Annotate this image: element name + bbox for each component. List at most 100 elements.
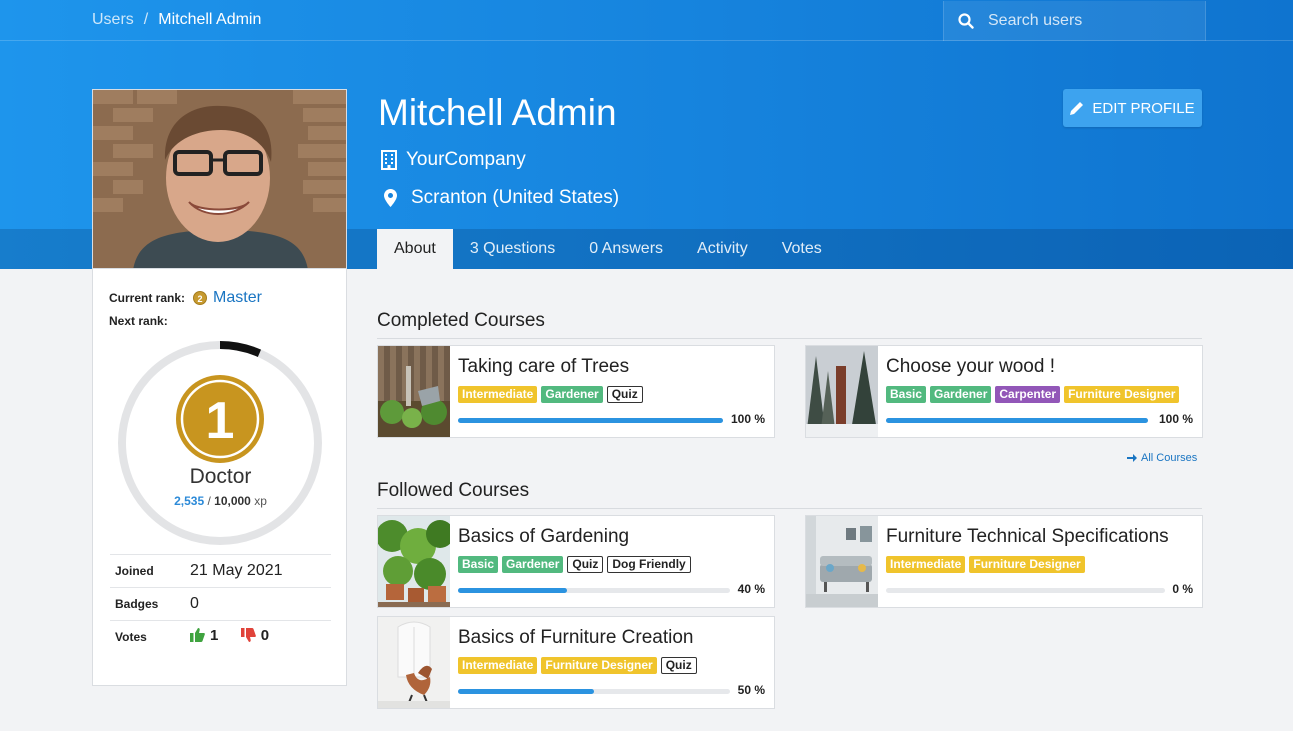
course-thumbnail xyxy=(378,617,450,708)
course-tags: Basic Gardener Quiz Dog Friendly xyxy=(458,556,695,573)
course-tag[interactable]: Basic xyxy=(886,386,927,403)
course-title[interactable]: Taking care of Trees xyxy=(458,356,629,378)
badges-label: Badges xyxy=(115,597,159,611)
top-bar: Users / Mitchell Admin xyxy=(0,0,1293,41)
edit-profile-button[interactable]: EDIT PROFILE xyxy=(1063,89,1202,127)
course-progress-bar xyxy=(458,689,730,694)
stat-votes: Votes 1 0 xyxy=(110,620,331,653)
followed-courses-heading: Followed Courses xyxy=(377,480,1202,509)
course-thumbnail xyxy=(806,346,878,437)
course-progress-percent: 40 % xyxy=(737,582,765,596)
course-tags: Intermediate Furniture Designer xyxy=(886,556,1089,573)
pencil-icon xyxy=(1070,102,1084,115)
building-icon xyxy=(381,150,397,170)
course-tag[interactable]: Furniture Designer xyxy=(541,657,657,674)
course-tag[interactable]: Gardener xyxy=(930,386,992,403)
badges-value: 0 xyxy=(190,595,199,612)
stat-badges: Badges 0 xyxy=(110,587,331,620)
company-name: YourCompany xyxy=(406,149,526,170)
stat-joined: Joined 21 May 2021 xyxy=(110,554,331,587)
downvotes: 0 xyxy=(240,627,269,644)
rank-medal-icon: 2 xyxy=(193,291,208,305)
level-medal-icon: 1 xyxy=(176,375,264,463)
xp-separator: / xyxy=(207,494,211,508)
course-tag[interactable]: Quiz xyxy=(567,556,604,573)
search-icon xyxy=(958,13,974,29)
search-box[interactable] xyxy=(943,1,1206,41)
thumbs-down-icon xyxy=(240,628,256,643)
profile-name: Mitchell Admin xyxy=(378,92,617,133)
course-tag[interactable]: Intermediate xyxy=(458,657,538,674)
profile-tabs: About 3 Questions 0 Answers Activity Vot… xyxy=(377,229,839,269)
course-tag[interactable]: Gardener xyxy=(541,386,603,403)
tab-activity[interactable]: Activity xyxy=(680,229,765,269)
course-tag[interactable]: Carpenter xyxy=(995,386,1061,403)
xp-max: 10,000 xyxy=(214,494,251,508)
level-name: Doctor xyxy=(189,465,252,488)
course-thumbnail xyxy=(378,346,450,437)
xp-current: 2,535 xyxy=(174,494,205,508)
breadcrumb: Users / Mitchell Admin xyxy=(92,11,261,29)
location-text: Scranton (United States) xyxy=(411,187,620,208)
tab-answers[interactable]: 0 Answers xyxy=(572,229,680,269)
course-card[interactable]: Choose your wood ! Basic Gardener Carpen… xyxy=(805,345,1203,438)
edit-profile-label: EDIT PROFILE xyxy=(1092,99,1195,117)
course-card[interactable]: Basics of Furniture Creation Intermediat… xyxy=(377,616,775,709)
course-tag[interactable]: Intermediate xyxy=(458,386,538,403)
course-title[interactable]: Choose your wood ! xyxy=(886,356,1055,378)
course-tag[interactable]: Quiz xyxy=(606,386,643,403)
profile-company: YourCompany xyxy=(381,149,526,171)
course-thumbnail xyxy=(806,516,878,607)
search-input[interactable] xyxy=(988,9,1188,33)
xp-progress-ring: 1 xyxy=(118,341,322,545)
course-card[interactable]: Furniture Technical Specifications Inter… xyxy=(805,515,1203,608)
tab-questions[interactable]: 3 Questions xyxy=(453,229,572,269)
course-tag[interactable]: Furniture Designer xyxy=(969,556,1085,573)
course-progress-bar xyxy=(886,418,1148,423)
current-rank-row: Current rank: 2 Master xyxy=(109,289,262,307)
profile-location: Scranton (United States) xyxy=(384,187,619,209)
votes-label: Votes xyxy=(115,630,147,644)
joined-value: 21 May 2021 xyxy=(190,562,283,579)
course-progress-bar xyxy=(886,588,1165,593)
course-tag[interactable]: Gardener xyxy=(502,556,564,573)
course-progress-percent: 100 % xyxy=(730,412,765,426)
course-title[interactable]: Furniture Technical Specifications xyxy=(886,526,1169,548)
course-tag[interactable]: Quiz xyxy=(660,657,697,674)
course-tags: Intermediate Furniture Designer Quiz xyxy=(458,657,701,674)
course-tag[interactable]: Furniture Designer xyxy=(1064,386,1180,403)
course-progress-percent: 100 % xyxy=(1158,412,1193,426)
xp-unit: xp xyxy=(254,494,267,508)
completed-courses-heading: Completed Courses xyxy=(377,310,1202,339)
thumbs-up-icon xyxy=(190,628,205,643)
current-rank-link[interactable]: Master xyxy=(213,289,262,307)
course-tag[interactable]: Intermediate xyxy=(886,556,966,573)
tab-votes[interactable]: Votes xyxy=(765,229,839,269)
breadcrumb-users-link[interactable]: Users xyxy=(92,11,134,28)
course-title[interactable]: Basics of Gardening xyxy=(458,526,629,548)
course-tags: Basic Gardener Carpenter Furniture Desig… xyxy=(886,386,1183,403)
upvotes: 1 xyxy=(190,627,218,644)
tab-about[interactable]: About xyxy=(377,229,453,269)
all-courses-label: All Courses xyxy=(1141,452,1198,464)
course-tag[interactable]: Dog Friendly xyxy=(607,556,691,573)
map-marker-icon xyxy=(384,189,397,207)
current-rank-label: Current rank: xyxy=(109,291,186,305)
avatar xyxy=(92,89,347,269)
profile-header: Users / Mitchell Admin Search users Mitc… xyxy=(0,0,1293,269)
course-title[interactable]: Basics of Furniture Creation xyxy=(458,627,694,649)
course-thumbnail xyxy=(378,516,450,607)
breadcrumb-current: Mitchell Admin xyxy=(158,11,262,28)
course-card[interactable]: Basics of Gardening Basic Gardener Quiz … xyxy=(377,515,775,608)
all-courses-link[interactable]: All Courses xyxy=(1127,452,1197,464)
course-tag[interactable]: Basic xyxy=(458,556,499,573)
joined-label: Joined xyxy=(115,564,154,578)
course-tags: Intermediate Gardener Quiz xyxy=(458,386,647,403)
course-progress-percent: 50 % xyxy=(737,683,765,697)
course-progress-bar xyxy=(458,588,730,593)
level-number: 1 xyxy=(206,392,235,450)
course-card[interactable]: Taking care of Trees Intermediate Garden… xyxy=(377,345,775,438)
profile-sidebar: Current rank: 2 Master Next rank: 1 Doct… xyxy=(92,269,347,686)
upvotes-count: 1 xyxy=(210,626,219,644)
arrow-right-icon xyxy=(1127,454,1137,462)
